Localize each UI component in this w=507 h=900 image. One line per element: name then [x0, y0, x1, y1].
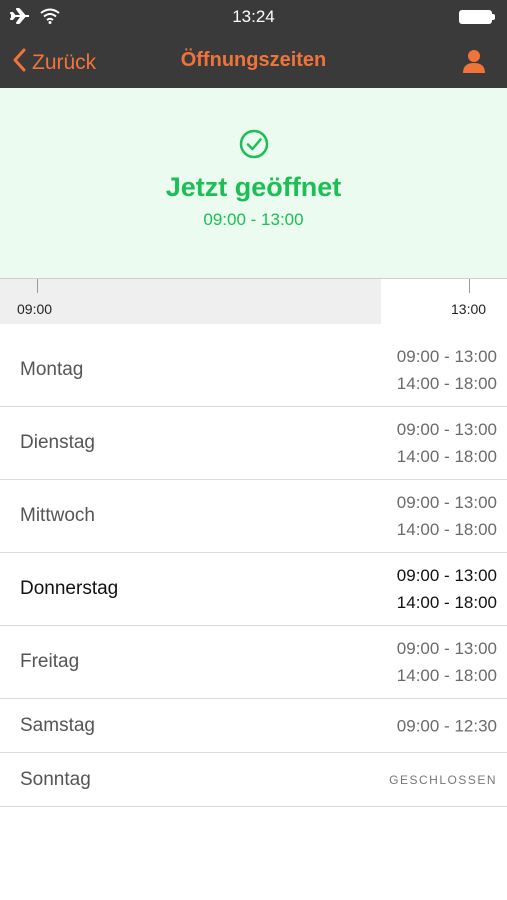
schedule-row-samstag: Samstag 09:00 - 12:30 — [0, 699, 507, 753]
schedule-row-freitag: Freitag 09:00 - 13:00 14:00 - 18:00 — [0, 626, 507, 699]
opening-hours: 09:00 - 13:00 14:00 - 18:00 — [397, 343, 497, 397]
time-range: 14:00 - 18:00 — [396, 593, 497, 612]
schedule-row-montag: Montag 09:00 - 13:00 14:00 - 18:00 — [0, 334, 507, 407]
opening-timeline: 09:00 13:00 — [0, 278, 507, 324]
battery-icon — [459, 10, 495, 24]
opening-hours: 09:00 - 13:00 14:00 - 18:00 — [397, 635, 497, 689]
timeline-start-tick — [37, 279, 38, 293]
day-label: Donnerstag — [20, 578, 119, 599]
page-title: Öffnungszeiten — [180, 49, 327, 71]
navigation-bar: Zurück Öffnungszeiten — [0, 34, 507, 88]
open-status-headline: Jetzt geöffnet — [165, 172, 342, 202]
opening-hours: 09:00 - 13:00 14:00 - 18:00 — [397, 562, 497, 616]
opening-hours: 09:00 - 13:00 14:00 - 18:00 — [397, 489, 497, 543]
time-range: 09:00 - 13:00 — [396, 493, 497, 512]
open-status-banner: Jetzt geöffnet 09:00 - 13:00 — [0, 88, 507, 278]
timeline-end-tick — [469, 279, 470, 293]
time-range: 09:00 - 13:00 — [396, 347, 497, 366]
opening-hours: 09:00 - 12:30 — [397, 712, 497, 739]
time-range: 14:00 - 18:00 — [396, 666, 497, 685]
time-range: 14:00 - 18:00 — [396, 520, 497, 539]
person-icon[interactable] — [461, 48, 487, 74]
day-label: Sonntag — [20, 768, 91, 790]
opening-hours: 09:00 - 13:00 14:00 - 18:00 — [397, 416, 497, 470]
status-bar: 13:24 — [0, 0, 507, 34]
time-range: 09:00 - 13:00 — [396, 639, 497, 658]
time-range: 14:00 - 18:00 — [396, 447, 497, 466]
day-label: Mittwoch — [20, 505, 95, 526]
open-status-hours: 09:00 - 13:00 — [203, 210, 304, 229]
day-label: Montag — [20, 359, 84, 380]
day-label: Dienstag — [20, 432, 95, 453]
time-range: 09:00 - 12:30 — [396, 716, 497, 735]
day-label: Freitag — [20, 651, 80, 672]
closed-label: GESCHLOSSEN — [389, 772, 497, 787]
timeline-elapsed-bar — [0, 279, 381, 324]
timeline-start-label: 09:00 — [17, 301, 53, 317]
schedule-row-sonntag: Sonntag GESCHLOSSEN — [0, 753, 507, 807]
time-range: 09:00 - 13:00 — [396, 566, 497, 585]
schedule-row-mittwoch: Mittwoch 09:00 - 13:00 14:00 - 18:00 — [0, 480, 507, 553]
schedule-row-dienstag: Dienstag 09:00 - 13:00 14:00 - 18:00 — [0, 407, 507, 480]
schedule-row-donnerstag: Donnerstag 09:00 - 13:00 14:00 - 18:00 — [0, 553, 507, 626]
time-range: 09:00 - 13:00 — [396, 420, 497, 439]
status-time: 13:24 — [232, 7, 275, 26]
day-label: Samstag — [20, 714, 95, 736]
checkmark-circle-icon — [239, 129, 269, 159]
timeline-end-label: 13:00 — [451, 301, 487, 317]
time-range: 14:00 - 18:00 — [396, 374, 497, 393]
schedule-list: Montag 09:00 - 13:00 14:00 - 18:00 Dienstag… — [0, 334, 507, 807]
